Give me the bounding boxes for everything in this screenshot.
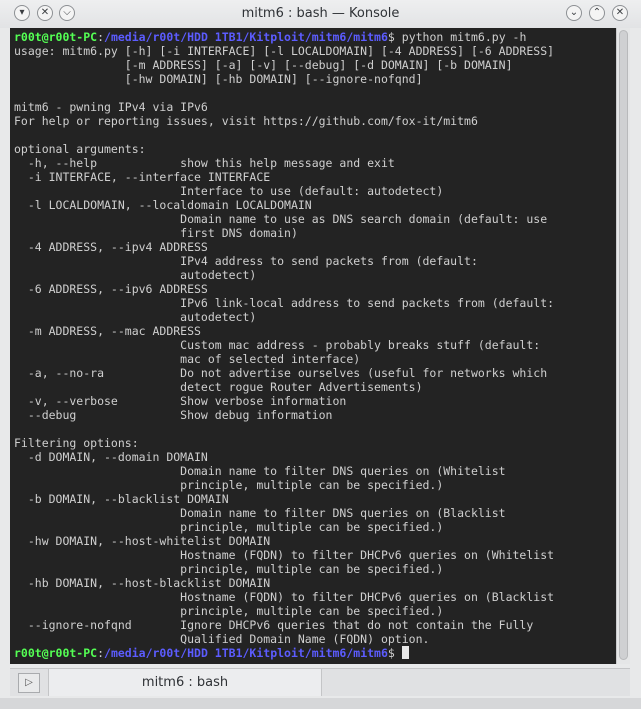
- output-line: -6 ADDRESS, --ipv6 ADDRESS: [14, 282, 208, 296]
- output-line: principle, multiple can be specified.): [14, 520, 444, 534]
- prompt-line: r00t@r00t-PC:/media/r00t/HDD 1TB1/Kitplo…: [14, 646, 554, 660]
- output-line: optional arguments:: [14, 142, 146, 156]
- output-line: Filtering options:: [14, 436, 139, 450]
- chevron-down-icon[interactable]: ⌄: [566, 5, 582, 21]
- output-line: autodetect): [14, 268, 257, 282]
- output-line: Hostname (FQDN) to filter DHCPv6 queries…: [14, 590, 555, 604]
- close-icon[interactable]: ✕: [612, 5, 628, 21]
- output-line: -i INTERFACE, --interface INTERFACE: [14, 170, 271, 184]
- output-line: Domain name to filter DNS queries on (Bl…: [14, 506, 506, 520]
- output-line: Domain name to use as DNS search domain …: [14, 212, 548, 226]
- prompt-path: /media/r00t/HDD 1TB1/Kitploit/mitm6/mitm…: [104, 30, 388, 44]
- chevron-up-icon[interactable]: ⌃: [589, 5, 605, 21]
- tab-bar: ▷ mitm6 : bash: [10, 668, 630, 696]
- output-line: mitm6 - pwning IPv4 via IPv6: [14, 100, 208, 114]
- output-line: principle, multiple can be specified.): [14, 604, 444, 618]
- window-title: mitm6 : bash — Konsole: [241, 6, 400, 21]
- scrollbar-thumb[interactable]: [619, 30, 628, 660]
- output-line: Domain name to filter DNS queries on (Wh…: [14, 464, 506, 478]
- terminal-view[interactable]: r00t@r00t-PC:/media/r00t/HDD 1TB1/Kitplo…: [10, 28, 616, 664]
- output-line: principle, multiple can be specified.): [14, 478, 444, 492]
- output-line: Hostname (FQDN) to filter DHCPv6 queries…: [14, 548, 555, 562]
- output-line: -h, --help show this help message and ex…: [14, 156, 395, 170]
- output-line: Qualified Domain Name (FQDN) option.: [14, 632, 430, 646]
- tab-mitm6-bash[interactable]: mitm6 : bash: [48, 669, 322, 696]
- prompt-separator: :: [97, 30, 105, 44]
- output-line: -m ADDRESS, --mac ADDRESS: [14, 324, 201, 338]
- prompt-separator: :: [97, 646, 105, 660]
- titlebar: ▾ ✕ ⌵ mitm6 : bash — Konsole ⌄ ⌃ ✕: [0, 0, 641, 28]
- new-tab-icon[interactable]: ▷: [18, 673, 40, 693]
- output-line: -v, --verbose Show verbose information: [14, 394, 347, 408]
- output-line: -l LOCALDOMAIN, --localdomain LOCALDOMAI…: [14, 198, 312, 212]
- output-line: first DNS domain): [14, 226, 298, 240]
- prompt-symbol: $: [387, 646, 395, 660]
- command-text: python mitm6.py -h: [394, 30, 527, 44]
- output-line: detect rogue Router Advertisements): [14, 380, 423, 394]
- output-line: Custom mac address - probably breaks stu…: [14, 338, 541, 352]
- prompt-symbol: $: [387, 30, 395, 44]
- output-line: -4 ADDRESS, --ipv4 ADDRESS: [14, 240, 208, 254]
- output-line: -d DOMAIN, --domain DOMAIN: [14, 450, 208, 464]
- output-line: [-hw DOMAIN] [-hb DOMAIN] [--ignore-nofq…: [14, 72, 423, 86]
- output-line: --ignore-nofqnd Ignore DHCPv6 queries th…: [14, 618, 534, 632]
- output-line: -hw DOMAIN, --host-whitelist DOMAIN: [14, 534, 271, 548]
- prompt-path: /media/r00t/HDD 1TB1/Kitploit/mitm6/mitm…: [104, 646, 388, 660]
- output-line: For help or reporting issues, visit http…: [14, 114, 478, 128]
- output-line: [-m ADDRESS] [-a] [-v] [--debug] [-d DOM…: [14, 58, 513, 72]
- prompt-user: r00t@r00t-PC: [14, 646, 98, 660]
- output-line: IPv4 address to send packets from (defau…: [14, 254, 478, 268]
- scrollbar[interactable]: [616, 28, 630, 664]
- output-line: Interface to use (default: autodetect): [14, 184, 444, 198]
- output-line: mac of selected interface): [14, 352, 361, 366]
- output-line: autodetect): [14, 310, 257, 324]
- output-line: -a, --no-ra Do not advertise ourselves (…: [14, 366, 548, 380]
- output-line: --debug Show debug information: [14, 408, 333, 422]
- output-line: -b DOMAIN, --blacklist DOMAIN: [14, 492, 229, 506]
- output-line: principle, multiple can be specified.): [14, 562, 444, 576]
- output-line: usage: mitm6.py [-h] [-i INTERFACE] [-l …: [14, 44, 555, 58]
- prompt-line: r00t@r00t-PC:/media/r00t/HDD 1TB1/Kitplo…: [14, 30, 554, 44]
- prompt-user: r00t@r00t-PC: [14, 30, 98, 44]
- window-border: [0, 698, 641, 709]
- terminal-output: r00t@r00t-PC:/media/r00t/HDD 1TB1/Kitplo…: [14, 30, 554, 660]
- output-line: IPv6 link-local address to send packets …: [14, 296, 555, 310]
- output-line: -hb DOMAIN, --host-blacklist DOMAIN: [14, 576, 271, 590]
- konsole-window: ▾ ✕ ⌵ mitm6 : bash — Konsole ⌄ ⌃ ✕ r00t@…: [0, 0, 641, 709]
- terminal-cursor: [401, 646, 409, 659]
